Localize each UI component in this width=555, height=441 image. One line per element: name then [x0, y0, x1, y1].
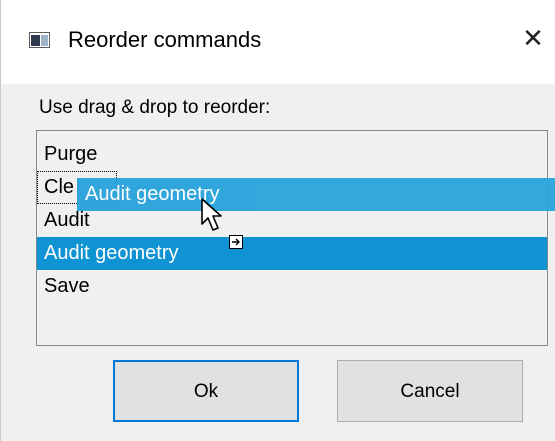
app-window-icon [29, 32, 50, 48]
list-item-save[interactable]: Save [37, 270, 547, 303]
cancel-button[interactable]: Cancel [337, 360, 523, 422]
title-bar: Reorder commands ✕ [1, 0, 555, 84]
close-icon[interactable]: ✕ [516, 22, 550, 56]
window-title: Reorder commands [68, 27, 262, 52]
ok-button[interactable]: Ok [113, 360, 299, 422]
commands-listbox[interactable]: Purge Cle Audit Audit geometry Save [36, 130, 548, 346]
list-item-purge[interactable]: Purge [37, 138, 547, 171]
drag-ghost-item: Audit geometry [77, 178, 555, 211]
list-item-audit-geometry-selected[interactable]: Audit geometry [37, 237, 547, 270]
instruction-label: Use drag & drop to reorder: [39, 97, 271, 118]
reorder-commands-dialog: Reorder commands ✕ Use drag & drop to re… [0, 0, 555, 441]
mouse-pointer-icon [201, 198, 222, 231]
drag-drop-icon [229, 235, 243, 249]
